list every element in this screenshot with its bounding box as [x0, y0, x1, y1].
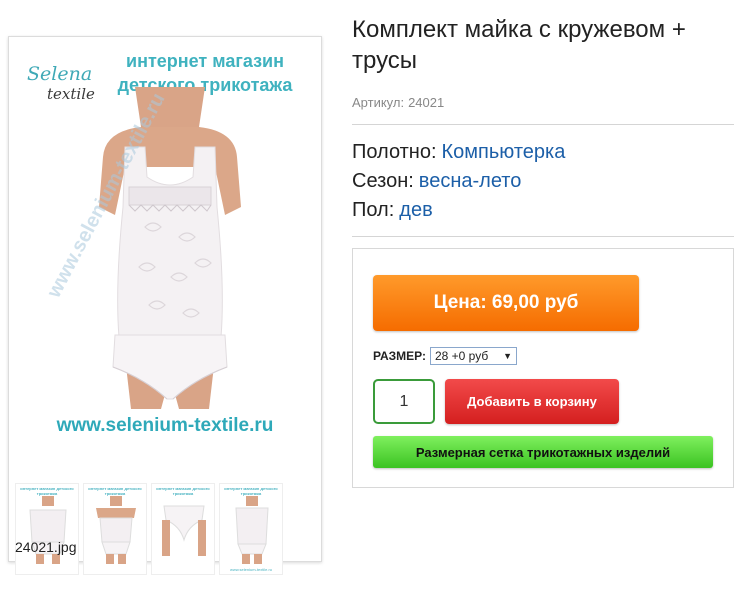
- attribute-season: Сезон: весна-лето: [352, 167, 565, 196]
- thumbnail-strip: интернет магазин детского трикотажа инте…: [15, 483, 315, 575]
- sku-line: Артикул: 24021: [352, 95, 444, 110]
- add-to-cart-button[interactable]: Добавить в корзину: [445, 379, 619, 424]
- attribute-gender: Пол: дев: [352, 196, 565, 225]
- thumbnail-3[interactable]: интернет магазин детского трикотажа: [151, 483, 215, 575]
- size-row: РАЗМЕР: 28 +0 руб ▼: [373, 347, 517, 365]
- buy-box: Цена: 69,00 руб РАЗМЕР: 28 +0 руб ▼ Доба…: [352, 248, 734, 488]
- attribute-link-fabric[interactable]: Компьютерка: [442, 141, 566, 163]
- site-url-text: www.selenium-textile.ru: [56, 415, 274, 436]
- quantity-input[interactable]: [373, 379, 435, 424]
- main-product-photo[interactable]: Selena textile интернет магазин детского…: [13, 41, 317, 479]
- sku-value: 24021: [408, 95, 445, 110]
- thumbnail-1[interactable]: интернет магазин детского трикотажа: [15, 483, 79, 575]
- divider-top: [352, 124, 734, 125]
- thumbnail-caption: интернет магазин детского трикотажа: [156, 486, 210, 496]
- thumbnail-image: [96, 496, 136, 564]
- product-attributes: Полотно: Компьютерка Сезон: весна-лето Пол…: [352, 138, 565, 225]
- thumbnail-2[interactable]: интернет магазин детского трикотажа: [83, 483, 147, 575]
- thumbnail-image: [162, 505, 206, 556]
- attribute-link-season[interactable]: весна-лето: [419, 170, 522, 192]
- image-file-name: 24021.jpg: [15, 539, 77, 555]
- thumbnail-caption: интернет магазин детского трикотажа: [224, 486, 278, 496]
- attribute-label: Сезон:: [352, 170, 414, 192]
- size-label: РАЗМЕР:: [373, 349, 426, 363]
- thumbnail-caption: интернет магазин детского трикотажа: [88, 486, 142, 496]
- size-chart-button[interactable]: Размерная сетка трикотажных изделий: [373, 436, 713, 468]
- size-select[interactable]: 28 +0 руб ▼: [429, 347, 517, 365]
- thumbnail-4[interactable]: интернет магазин детского трикотажа www.…: [219, 483, 283, 575]
- thumbnail-caption: интернет магазин детского трикотажа: [20, 486, 74, 496]
- thumbnail-footer: www.selenium-textile.ru: [229, 567, 272, 572]
- sku-label: Артикул:: [352, 95, 405, 110]
- divider-bottom: [352, 236, 734, 237]
- dropdown-arrow-icon: ▼: [503, 351, 512, 361]
- product-title: Комплект майка с кружевом + трусы: [352, 16, 686, 74]
- attribute-fabric: Полотно: Компьютерка: [352, 138, 565, 167]
- attribute-label: Пол:: [352, 199, 395, 221]
- mannequin-image: [99, 87, 241, 409]
- product-image-card: Selena textile интернет магазин детского…: [8, 36, 322, 575]
- attribute-label: Полотно:: [352, 141, 437, 163]
- size-selected-value: 28 +0 руб: [434, 349, 489, 363]
- attribute-link-gender[interactable]: дев: [399, 199, 432, 221]
- price-button[interactable]: Цена: 69,00 руб: [373, 275, 639, 331]
- thumbnail-image: [235, 496, 269, 564]
- logo-text-selena: Selena: [27, 63, 93, 85]
